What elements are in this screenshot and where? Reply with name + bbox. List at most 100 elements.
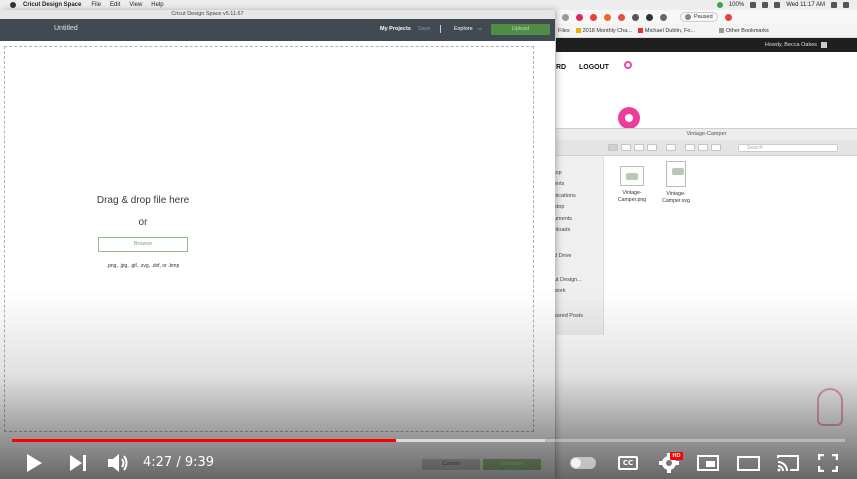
sidebar-item[interactable]: ktop	[554, 204, 564, 210]
file-item[interactable]: Vintage- Camper.png	[614, 166, 650, 203]
menu-help[interactable]: Help	[151, 2, 163, 8]
gallery-view-button[interactable]	[647, 144, 657, 151]
document-title: Untitled	[54, 25, 78, 32]
file-name-line: Camper.png	[617, 196, 647, 203]
bookmark-item[interactable]: Michael Dublin, Fo...	[637, 27, 695, 34]
volume-icon[interactable]	[774, 2, 781, 8]
wifi-icon[interactable]	[762, 2, 769, 8]
menu-view[interactable]: View	[129, 2, 142, 8]
tag-icon[interactable]	[711, 144, 721, 151]
extension-icon[interactable]	[646, 13, 653, 21]
list-view-button[interactable]	[621, 144, 631, 151]
action-gear-icon[interactable]	[685, 144, 695, 151]
admin-greeting[interactable]: Howdy, Becca Oakes	[765, 42, 817, 48]
profile-status: Paused	[694, 14, 713, 20]
supported-extensions: .png, .jpg, .gif, .svg, .dxf, or .bmp	[106, 263, 180, 269]
volume-icon	[108, 454, 128, 472]
mute-button[interactable]	[105, 449, 131, 477]
time-display: 4:27 / 9:39	[143, 455, 214, 470]
menubar-status-area: 100% Wed 11:17 AM	[716, 0, 849, 10]
menubar-clock[interactable]: Wed 11:17 AM	[786, 2, 825, 8]
update-icon[interactable]	[724, 13, 732, 21]
sidebar-item[interactable]: ents	[554, 181, 564, 187]
fullscreen-icon	[818, 454, 838, 472]
menubar-app-name[interactable]: Cricut Design Space	[23, 2, 81, 8]
status-icon[interactable]	[716, 2, 723, 8]
extension-icon[interactable]	[618, 13, 625, 21]
menu-edit[interactable]: Edit	[110, 2, 120, 8]
browse-button[interactable]: Browse	[98, 237, 188, 252]
column-view-button[interactable]	[634, 144, 644, 151]
channel-watermark-icon[interactable]	[817, 388, 843, 426]
upload-button[interactable]: Upload	[491, 24, 550, 35]
sidebar-item[interactable]: uments	[554, 216, 572, 222]
pinterest-icon[interactable]	[576, 13, 583, 21]
extension-icon[interactable]	[590, 13, 597, 21]
icon-view-button[interactable]	[608, 144, 618, 151]
my-projects-link[interactable]: My Projects	[380, 26, 411, 32]
menu-file[interactable]: File	[91, 2, 101, 8]
group-button[interactable]	[666, 144, 676, 151]
macos-menubar: Cricut Design Space File Edit View Help …	[0, 0, 857, 10]
record-indicator-icon[interactable]	[618, 107, 640, 129]
battery-percent: 100%	[728, 2, 745, 8]
profile-button[interactable]: Paused	[680, 12, 718, 22]
cast-button[interactable]	[776, 449, 800, 477]
fullscreen-button[interactable]	[817, 449, 839, 477]
cancel-button[interactable]: Cancel	[422, 459, 480, 470]
apple-icon[interactable]	[10, 2, 16, 8]
cricut-design-space-window: Cricut Design Space v5.11.67 Untitled My…	[0, 10, 555, 479]
sidebar-item[interactable]: sored Posts	[554, 313, 583, 319]
play-button[interactable]	[24, 449, 44, 477]
wordpress-admin-bar: Howdy, Becca Oakes	[556, 38, 857, 52]
svg-file-icon	[666, 161, 686, 187]
file-drop-zone[interactable]	[4, 46, 534, 432]
finder-window: Vintage-Camper Search top ents oications…	[554, 128, 857, 335]
save-button[interactable]: Save	[418, 26, 431, 32]
bookmark-item[interactable]: Other Bookmarks	[719, 28, 769, 34]
browser-window: Paused Files 2018 Monthly Cha... Michael…	[554, 10, 857, 479]
extension-icon[interactable]	[604, 13, 611, 21]
explore-menu[interactable]: Explore	[454, 26, 473, 32]
sidebar-item[interactable]: work	[554, 288, 566, 294]
bookmark-item[interactable]: 2018 Monthly Cha...	[575, 28, 632, 34]
play-icon	[26, 454, 42, 472]
cricut-header: Untitled My Projects Save Explore ⌵ Uplo…	[0, 19, 555, 41]
hd-badge: HD	[670, 452, 683, 460]
sidebar-item[interactable]: ut Design...	[554, 277, 582, 283]
search-icon[interactable]	[624, 61, 632, 69]
subtitles-button[interactable]: CC	[617, 449, 639, 477]
sidebar-item[interactable]: oications	[554, 193, 576, 199]
finder-file-area: Vintage- Camper.png Vintage- Camper.svg	[603, 156, 857, 335]
chevron-down-icon[interactable]: ⌵	[478, 26, 482, 32]
spotlight-icon[interactable]	[831, 2, 837, 8]
share-icon[interactable]	[698, 144, 708, 151]
battery-icon[interactable]	[750, 2, 757, 8]
finder-search-input[interactable]: Search	[738, 143, 838, 152]
or-label: or	[138, 217, 148, 228]
bookmark-item[interactable]: Files	[558, 28, 570, 34]
sidebar-item[interactable]: nloads	[554, 227, 570, 233]
miniplayer-button[interactable]	[696, 449, 720, 477]
user-avatar-icon[interactable]	[821, 42, 827, 48]
next-button[interactable]	[68, 449, 88, 477]
finder-title: Vintage-Camper	[556, 129, 857, 140]
autoplay-toggle[interactable]	[570, 457, 596, 469]
nav-logout[interactable]: LOGOUT	[579, 64, 609, 71]
sidebar-item[interactable]: top	[554, 170, 562, 176]
screen: Cricut Design Space File Edit View Help …	[0, 0, 857, 479]
theater-mode-button[interactable]	[736, 449, 760, 477]
file-item[interactable]: Vintage- Camper.svg	[658, 161, 694, 204]
extension-icon[interactable]	[562, 13, 569, 21]
sidebar-item[interactable]: d Drive	[554, 253, 571, 259]
miniplayer-icon	[697, 455, 719, 471]
notification-center-icon[interactable]	[843, 2, 849, 8]
duration: 9:39	[184, 455, 215, 470]
puzzle-icon[interactable]	[660, 13, 667, 21]
progress-bar[interactable]	[12, 439, 845, 442]
extension-icon[interactable]	[632, 13, 639, 21]
drag-drop-label: Drag & drop file here	[96, 195, 190, 206]
continue-button[interactable]: Continue	[483, 459, 541, 470]
youtube-icon	[637, 27, 643, 33]
nav-item-partial[interactable]: RD	[556, 64, 566, 71]
